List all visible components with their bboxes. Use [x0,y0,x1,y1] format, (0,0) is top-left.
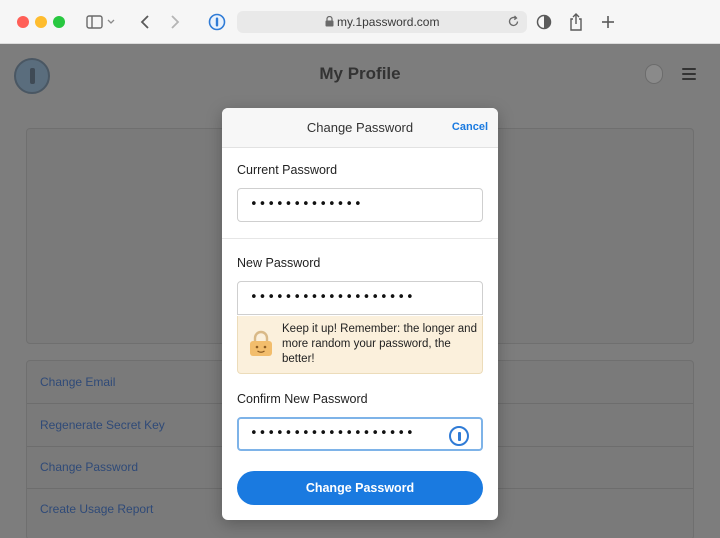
change-password-dialog: Change Password Cancel Current Password … [222,108,498,520]
lock-icon [325,16,334,27]
minimize-window-button[interactable] [35,16,47,28]
confirm-password-value: ••••••••••••••••••• [250,426,415,441]
divider [222,238,498,239]
plus-icon[interactable] [598,10,618,34]
create-usage-report-link[interactable]: Create Usage Report [40,502,153,516]
change-email-link[interactable]: Change Email [40,375,115,389]
change-password-button[interactable]: Change Password [237,471,483,505]
confirm-password-field[interactable]: ••••••••••••••••••• [237,417,483,451]
new-password-label: New Password [237,256,321,270]
browser-toolbar: my.1password.com [0,0,720,44]
password-strength-hint: Keep it up! Remember: the longer and mor… [237,316,483,374]
regenerate-secret-key-link[interactable]: Regenerate Secret Key [40,418,165,432]
chevron-right-icon[interactable] [166,10,184,34]
change-password-link[interactable]: Change Password [40,460,138,474]
notification-icon[interactable] [645,64,663,84]
hint-text: Keep it up! Remember: the longer and mor… [282,323,477,365]
share-icon[interactable] [566,10,586,34]
shield-icon[interactable] [535,10,553,34]
page-title: My Profile [319,64,401,83]
close-window-button[interactable] [17,16,29,28]
current-password-field[interactable]: ••••••••••••• [237,188,483,222]
address-url: my.1password.com [337,15,440,29]
address-bar[interactable]: my.1password.com [237,11,527,33]
1password-fill-icon[interactable] [449,426,469,446]
current-password-label: Current Password [237,163,338,177]
dialog-header: Change Password Cancel [222,108,498,148]
sidebar-icon[interactable] [84,10,118,34]
padlock-icon [250,330,272,356]
zoom-window-button[interactable] [53,16,65,28]
confirm-password-label: Confirm New Password [237,392,368,406]
chevron-left-icon[interactable] [136,10,154,34]
cancel-button[interactable]: Cancel [452,121,488,133]
hamburger-menu-icon[interactable] [682,68,696,83]
reload-icon[interactable] [507,15,520,28]
1password-extension-icon[interactable] [206,10,228,34]
new-password-field[interactable]: ••••••••••••••••••• [237,281,483,315]
